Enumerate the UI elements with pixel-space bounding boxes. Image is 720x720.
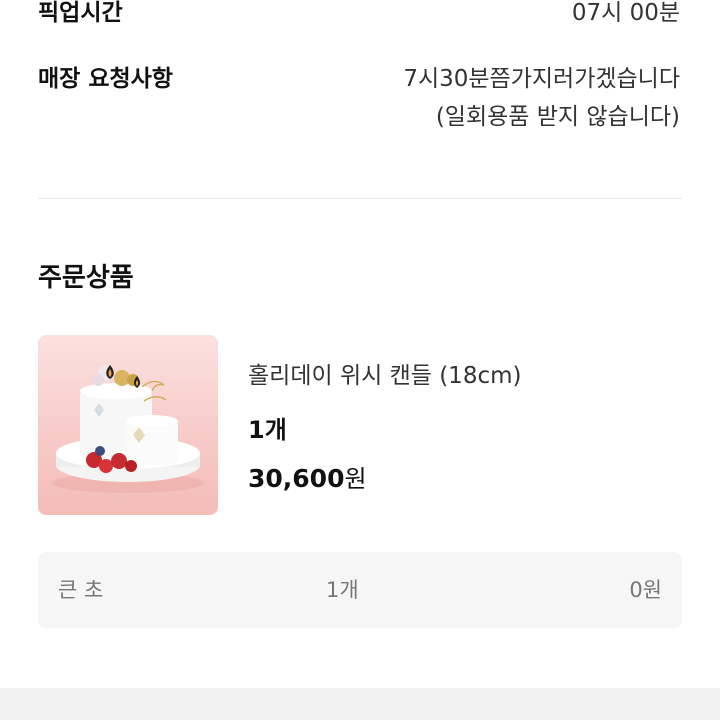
product-option-box: 큰 초 1개 0원 [38, 552, 682, 628]
product-price-unit: 원 [344, 465, 367, 493]
option-price: 0원 [629, 578, 662, 602]
order-detail-page: 픽업시간 07시 00분 매장 요청사항 7시30분쯤가지러가겠습니다 (일회용… [0, 0, 720, 720]
store-request-value: 7시30분쯤가지러가겠습니다 (일회용품 받지 않습니다) [403, 60, 680, 136]
pickup-time-label: 픽업시간 [38, 0, 123, 26]
pickup-time-row: 픽업시간 07시 00분 [38, 0, 680, 32]
section-divider [38, 198, 682, 199]
option-name: 큰 초 [58, 578, 104, 602]
store-request-line-2: (일회용품 받지 않습니다) [435, 104, 680, 130]
store-request-line-1: 7시30분쯤가지러가겠습니다 [403, 66, 680, 92]
product-price-number: 30,600 [248, 464, 345, 493]
product-image[interactable] [38, 335, 218, 515]
store-request-label: 매장 요청사항 [38, 66, 173, 92]
store-request-row: 매장 요청사항 7시30분쯤가지러가겠습니다 (일회용품 받지 않습니다) [38, 60, 680, 136]
option-quantity: 1개 [326, 578, 359, 602]
product-quantity: 1개 [248, 416, 287, 444]
product-price: 30,600원 [248, 460, 367, 498]
cake-image-icon [52, 365, 204, 493]
bottom-section-separator [0, 688, 720, 720]
order-items-title: 주문상품 [38, 263, 134, 293]
pickup-time-value: 07시 00분 [571, 0, 680, 26]
product-name[interactable]: 홀리데이 위시 캔들 (18cm) [248, 358, 521, 394]
